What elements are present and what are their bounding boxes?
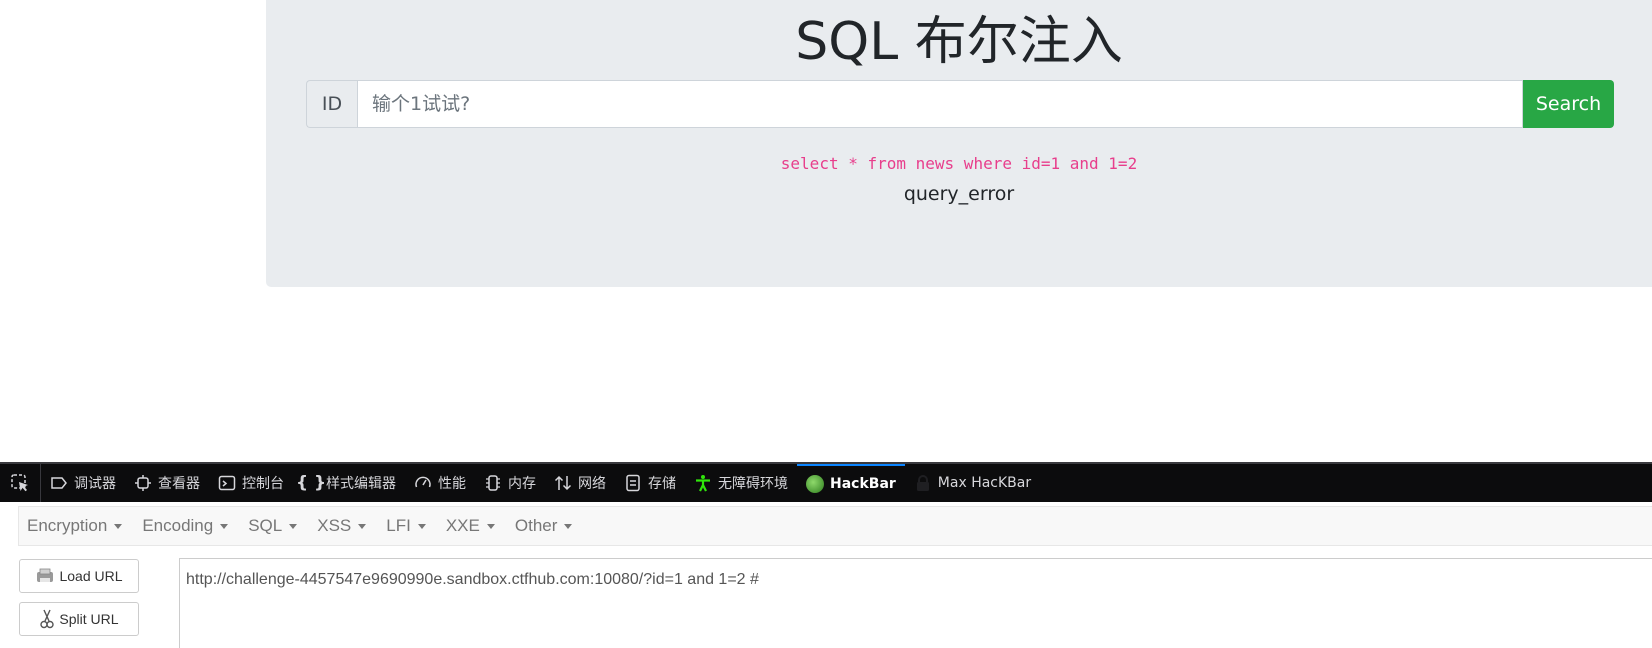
caret-down-icon — [289, 523, 298, 529]
tab-debugger[interactable]: 调试器 — [41, 464, 125, 502]
network-icon — [554, 474, 572, 492]
menu-other[interactable]: Other — [507, 516, 585, 536]
element-picker-icon — [11, 474, 28, 492]
caret-down-icon — [564, 523, 573, 529]
caret-down-icon — [417, 523, 426, 529]
page-title: SQL 布尔注入 — [795, 12, 1123, 72]
tab-storage[interactable]: 存储 — [615, 464, 685, 502]
load-url-button[interactable]: Load URL — [19, 559, 139, 593]
menu-encoding[interactable]: Encoding — [134, 516, 240, 536]
caret-down-icon — [220, 523, 229, 529]
tab-max-hackbar[interactable]: Max HacKBar — [905, 464, 1040, 502]
id-input[interactable] — [357, 80, 1523, 128]
storage-icon — [624, 474, 642, 492]
tab-hackbar[interactable]: HackBar — [797, 464, 905, 502]
menu-xxe[interactable]: XXE — [438, 516, 507, 536]
devtools-toolbar: 调试器 查看器 控制台 { } 样式编辑器 性能 内存 网络 存储 无障碍环境 … — [0, 462, 1652, 502]
jumbotron: SQL 布尔注入 ID Search select * from news wh… — [266, 0, 1652, 287]
inspector-icon — [134, 474, 152, 492]
tab-inspector[interactable]: 查看器 — [125, 464, 209, 502]
element-picker-button[interactable] — [0, 464, 41, 502]
load-url-icon — [37, 568, 54, 582]
url-textarea[interactable]: http://challenge-4457547e9690990e.sandbo… — [179, 558, 1652, 648]
tab-console[interactable]: 控制台 — [209, 464, 293, 502]
caret-down-icon — [486, 523, 495, 529]
hackbar-menu: Encryption Encoding SQL XSS LFI XXE Othe… — [18, 506, 1652, 546]
menu-lfi[interactable]: LFI — [378, 516, 438, 536]
performance-icon — [414, 474, 432, 492]
menu-encryption[interactable]: Encryption — [19, 516, 134, 536]
tab-style-editor[interactable]: { } 样式编辑器 — [293, 464, 405, 502]
search-button[interactable]: Search — [1523, 80, 1614, 128]
menu-xss[interactable]: XSS — [309, 516, 378, 536]
debugger-icon — [50, 474, 68, 492]
lock-icon — [914, 474, 932, 492]
menu-sql[interactable]: SQL — [240, 516, 309, 536]
console-icon — [218, 474, 236, 492]
memory-icon — [484, 474, 502, 492]
tab-memory[interactable]: 内存 — [475, 464, 545, 502]
tab-performance[interactable]: 性能 — [405, 464, 475, 502]
caret-down-icon — [114, 523, 123, 529]
search-form: ID Search — [306, 80, 1614, 128]
style-editor-icon: { } — [295, 473, 327, 493]
caret-down-icon — [358, 523, 367, 529]
scissors-icon — [40, 609, 55, 629]
sql-query-text: select * from news where id=1 and 1=2 — [780, 154, 1138, 173]
tab-network[interactable]: 网络 — [545, 464, 615, 502]
id-label: ID — [306, 80, 357, 128]
hackbar-icon — [806, 475, 824, 493]
split-url-button[interactable]: Split URL — [19, 602, 139, 636]
accessibility-icon — [694, 474, 712, 492]
tab-accessibility[interactable]: 无障碍环境 — [685, 464, 797, 502]
query-result-text: query_error — [903, 183, 1015, 205]
